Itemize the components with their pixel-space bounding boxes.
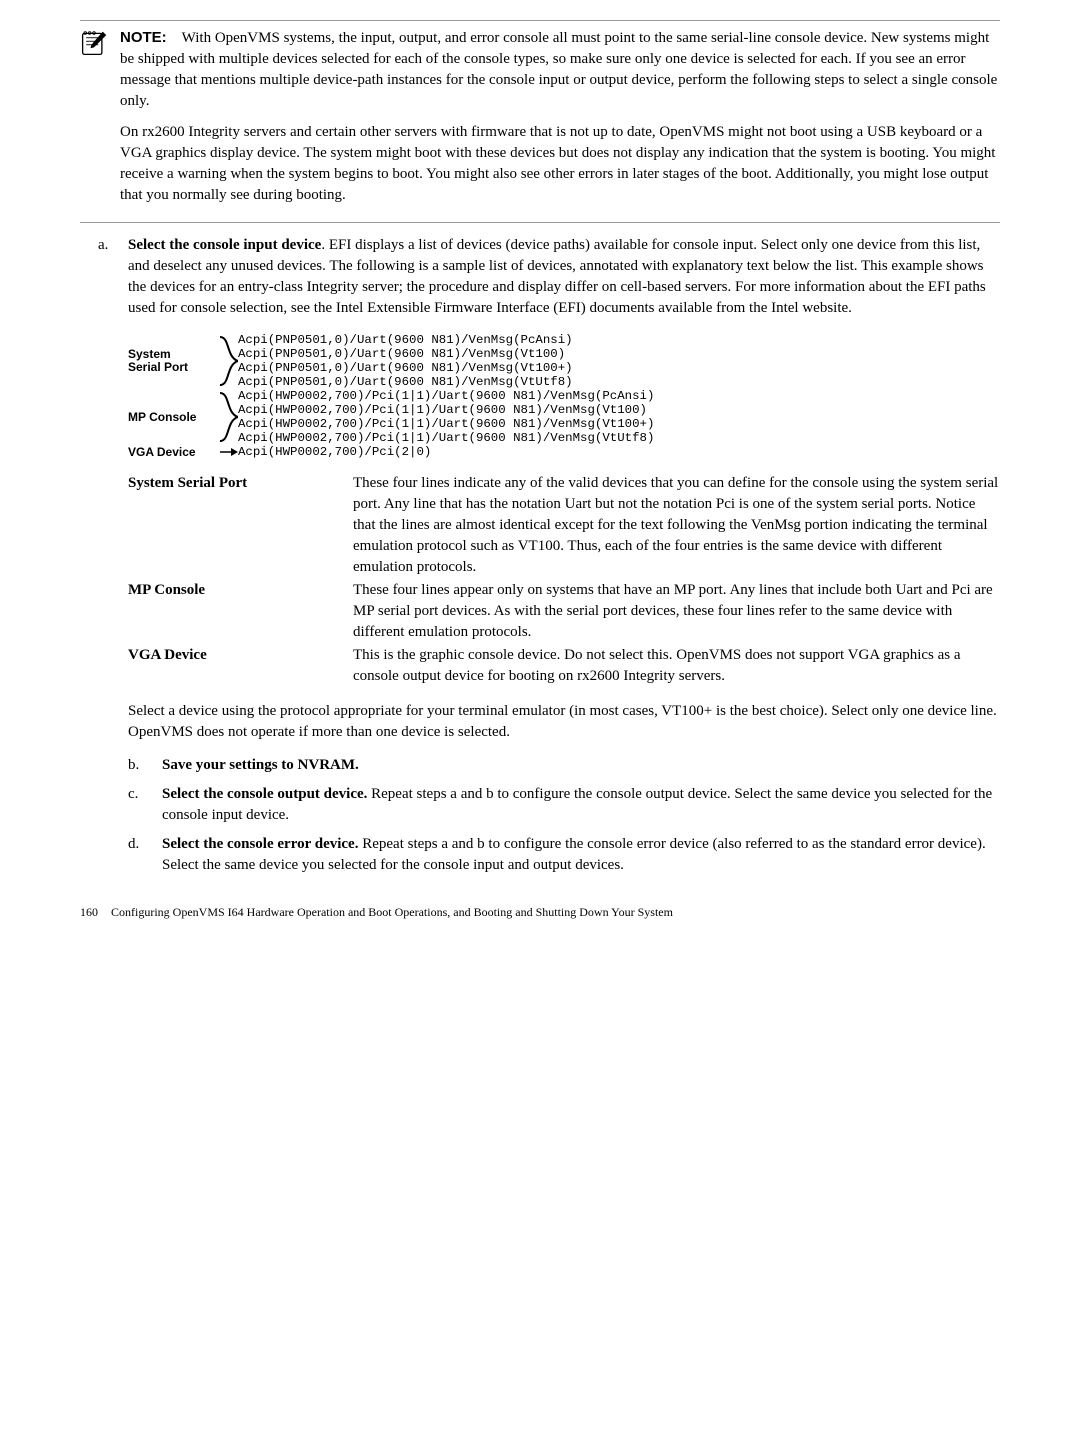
page-footer: 160 Configuring OpenVMS I64 Hardware Ope… bbox=[80, 904, 1000, 921]
list-body: Select the console output device. Repeat… bbox=[162, 784, 1000, 830]
label-system-serial-port: System Serial Port bbox=[128, 348, 188, 374]
label-mp-console-row: MP Console bbox=[128, 389, 238, 445]
def-row-mp-console: MP Console These four lines appear only … bbox=[128, 580, 1000, 643]
note-block: NOTE: With OpenVMS systems, the input, o… bbox=[80, 20, 1000, 223]
def-row-system-serial-port: System Serial Port These four lines indi… bbox=[128, 473, 1000, 578]
label-mp-console: MP Console bbox=[128, 409, 196, 426]
list-body: Select the console error device. Repeat … bbox=[162, 834, 1000, 880]
step-c-paragraph: Select the console output device. Repeat… bbox=[162, 784, 1000, 826]
def-desc: These four lines indicate any of the val… bbox=[353, 473, 1000, 578]
list-item-b: b. Save your settings to NVRAM. bbox=[128, 755, 1000, 780]
device-list-figure: System Serial Port MP Console VGA Device bbox=[128, 333, 1000, 459]
note-paragraph-1: NOTE: With OpenVMS systems, the input, o… bbox=[120, 27, 1000, 112]
step-b-bold: Save your settings to NVRAM. bbox=[162, 757, 359, 773]
note-pencil-icon bbox=[80, 29, 108, 57]
def-desc: This is the graphic console device. Do n… bbox=[353, 645, 1000, 687]
def-term: System Serial Port bbox=[128, 473, 353, 578]
label-system-serial-port-row: System Serial Port bbox=[128, 333, 238, 389]
label-vga-device: VGA Device bbox=[128, 444, 196, 461]
def-term: MP Console bbox=[128, 580, 353, 643]
code-line: Acpi(PNP0501,0)/Uart(9600 N81)/VenMsg(Vt… bbox=[238, 361, 573, 375]
code-line: Acpi(HWP0002,700)/Pci(1|1)/Uart(9600 N81… bbox=[238, 417, 654, 431]
code-labels-column: System Serial Port MP Console VGA Device bbox=[128, 333, 238, 459]
select-device-paragraph: Select a device using the protocol appro… bbox=[128, 701, 1000, 743]
step-d-paragraph: Select the console error device. Repeat … bbox=[162, 834, 1000, 876]
note-text-1: With OpenVMS systems, the input, output,… bbox=[120, 30, 997, 109]
step-a-bold: Select the console input device bbox=[128, 237, 321, 253]
sub-ordered-list: b. Save your settings to NVRAM. c. Selec… bbox=[128, 755, 1000, 880]
step-d-bold: Select the console error device. bbox=[162, 836, 358, 852]
def-term: VGA Device bbox=[128, 645, 353, 687]
step-b-paragraph: Save your settings to NVRAM. bbox=[162, 755, 1000, 776]
ordered-list: a. Select the console input device. EFI … bbox=[80, 235, 1000, 884]
brace-icon bbox=[220, 333, 238, 389]
note-content: NOTE: With OpenVMS systems, the input, o… bbox=[120, 27, 1000, 216]
list-body: Select the console input device. EFI dis… bbox=[128, 235, 1000, 884]
step-a-paragraph: Select the console input device. EFI dis… bbox=[128, 235, 1000, 319]
list-item-a: a. Select the console input device. EFI … bbox=[80, 235, 1000, 884]
list-item-d: d. Select the console error device. Repe… bbox=[128, 834, 1000, 880]
step-c-bold: Select the console output device. bbox=[162, 786, 367, 802]
code-line: Acpi(PNP0501,0)/Uart(9600 N81)/VenMsg(Vt… bbox=[238, 375, 573, 389]
footer-chapter-title: Configuring OpenVMS I64 Hardware Operati… bbox=[111, 905, 673, 919]
code-line: Acpi(PNP0501,0)/Uart(9600 N81)/VenMsg(Vt… bbox=[238, 347, 565, 361]
code-line: Acpi(PNP0501,0)/Uart(9600 N81)/VenMsg(Pc… bbox=[238, 333, 573, 347]
note-label: NOTE: bbox=[120, 29, 167, 46]
list-item-c: c. Select the console output device. Rep… bbox=[128, 784, 1000, 830]
code-line: Acpi(HWP0002,700)/Pci(2|0) bbox=[238, 445, 431, 459]
note-icon-column bbox=[80, 27, 120, 216]
def-desc: These four lines appear only on systems … bbox=[353, 580, 1000, 643]
list-marker: c. bbox=[128, 784, 162, 830]
list-marker: a. bbox=[80, 235, 128, 884]
list-marker: d. bbox=[128, 834, 162, 880]
brace-icon bbox=[220, 389, 238, 445]
code-line: Acpi(HWP0002,700)/Pci(1|1)/Uart(9600 N81… bbox=[238, 389, 654, 403]
list-body: Save your settings to NVRAM. bbox=[162, 755, 1000, 780]
note-paragraph-2: On rx2600 Integrity servers and certain … bbox=[120, 122, 1000, 206]
page-number: 160 bbox=[80, 905, 98, 919]
label-vga-device-row: VGA Device bbox=[128, 445, 238, 459]
code-line: Acpi(HWP0002,700)/Pci(1|1)/Uart(9600 N81… bbox=[238, 403, 647, 417]
code-line: Acpi(HWP0002,700)/Pci(1|1)/Uart(9600 N81… bbox=[238, 431, 654, 445]
def-row-vga-device: VGA Device This is the graphic console d… bbox=[128, 645, 1000, 687]
definition-table: System Serial Port These four lines indi… bbox=[128, 473, 1000, 687]
arrow-icon bbox=[220, 445, 238, 459]
device-path-code-block: Acpi(PNP0501,0)/Uart(9600 N81)/VenMsg(Pc… bbox=[238, 333, 654, 459]
list-marker: b. bbox=[128, 755, 162, 780]
